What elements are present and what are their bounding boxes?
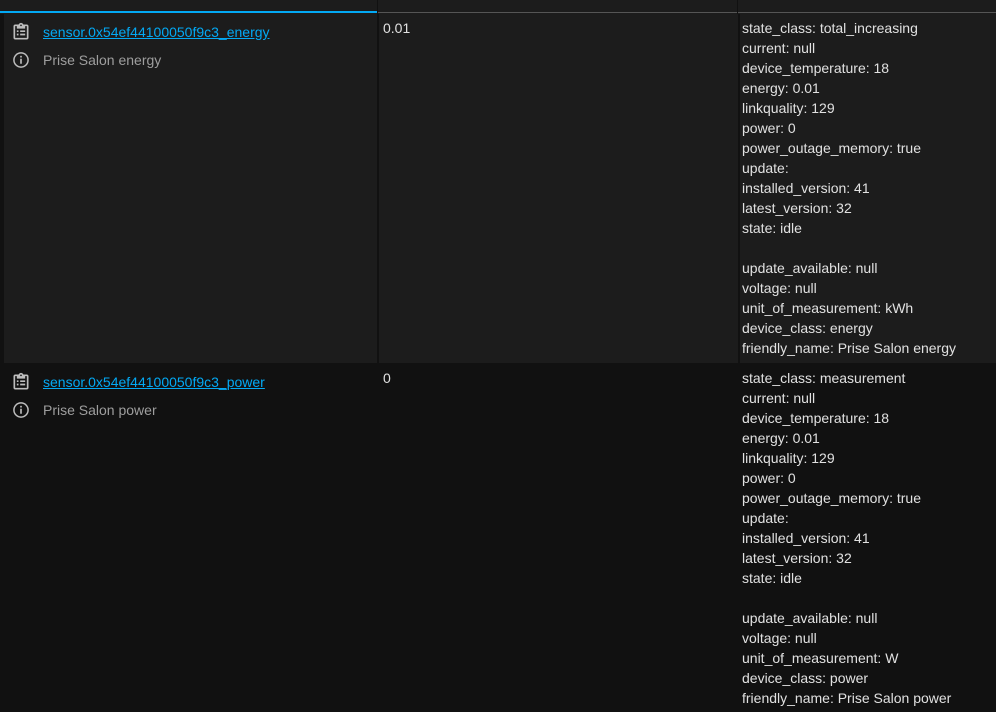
attribute-line: power_outage_memory: true [742,490,921,506]
attribute-line: unit_of_measurement: W [742,650,899,666]
attribute-line: latest_version: 32 [742,200,852,216]
friendly-name-line: Prise Salon power [11,400,157,420]
attribute-line: friendly_name: Prise Salon power [742,690,952,706]
friendly-name: Prise Salon energy [43,52,162,68]
attribute-line: installed_version: 41 [742,530,870,546]
attribute-line: device_class: power [742,670,869,686]
attribute-line: current: null [742,390,816,406]
attribute-list: state_class: measurement current: null d… [742,368,951,708]
entity-id-link[interactable]: sensor.0x54ef44100050f9c3_energy [43,24,270,40]
attribute-line: device_temperature: 18 [742,60,890,76]
attribute-line: power: 0 [742,470,796,486]
attribute-line: device_temperature: 18 [742,410,890,426]
friendly-name: Prise Salon power [43,402,157,418]
attribute-line: unit_of_measurement: kWh [742,300,914,316]
attribute-line: update: [742,160,789,176]
attribute-line: voltage: null [742,630,817,646]
attribute-line: state: idle [742,570,802,586]
attribute-line: voltage: null [742,280,817,296]
attribute-line: linkquality: 129 [742,450,835,466]
entity-id-line: sensor.0x54ef44100050f9c3_power [11,372,265,392]
entity-id-line: sensor.0x54ef44100050f9c3_energy [11,22,270,42]
entity-id-link[interactable]: sensor.0x54ef44100050f9c3_power [43,374,265,390]
attribute-line: energy: 0.01 [742,80,820,96]
sort-indicator [0,11,377,13]
attribute-line: update: [742,510,789,526]
attribute-line: state_class: measurement [742,370,906,386]
state-cell: 0 [379,364,738,712]
attribute-line: power_outage_memory: true [742,140,921,156]
attribute-list: state_class: total_increasing current: n… [742,18,956,358]
entity-cell: sensor.0x54ef44100050f9c3_power Prise Sa… [4,364,377,712]
attribute-line: friendly_name: Prise Salon energy [742,340,957,356]
attribute-line: linkquality: 129 [742,100,835,116]
column-divider [377,0,378,14]
attributes-cell: state_class: measurement current: null d… [740,364,996,712]
attribute-line: update_available: null [742,610,878,626]
attribute-line: power: 0 [742,120,796,136]
state-cell: 0.01 [379,14,738,363]
attribute-line: state: idle [742,220,802,236]
attributes-cell: state_class: total_increasing current: n… [740,14,996,363]
table-row: sensor.0x54ef44100050f9c3_power Prise Sa… [4,364,996,712]
attribute-line: current: null [742,40,816,56]
state-value: 0.01 [383,20,411,36]
attribute-line: update_available: null [742,260,878,276]
attribute-line [742,588,951,608]
state-value: 0 [383,370,391,386]
header-divider [377,12,996,13]
attribute-line [742,238,956,258]
column-divider [737,0,738,14]
clipboard-list-icon[interactable] [11,22,31,42]
attribute-line: device_class: energy [742,320,873,336]
table-header [0,0,996,14]
table-row: sensor.0x54ef44100050f9c3_energy Prise S… [4,14,996,363]
info-circle-icon[interactable] [11,400,31,420]
entity-cell: sensor.0x54ef44100050f9c3_energy Prise S… [4,14,377,363]
attribute-line: state_class: total_increasing [742,20,918,36]
clipboard-list-icon[interactable] [11,372,31,392]
attribute-line: installed_version: 41 [742,180,870,196]
info-circle-icon[interactable] [11,50,31,70]
friendly-name-line: Prise Salon energy [11,50,161,70]
attribute-line: energy: 0.01 [742,430,820,446]
attribute-line: latest_version: 32 [742,550,852,566]
